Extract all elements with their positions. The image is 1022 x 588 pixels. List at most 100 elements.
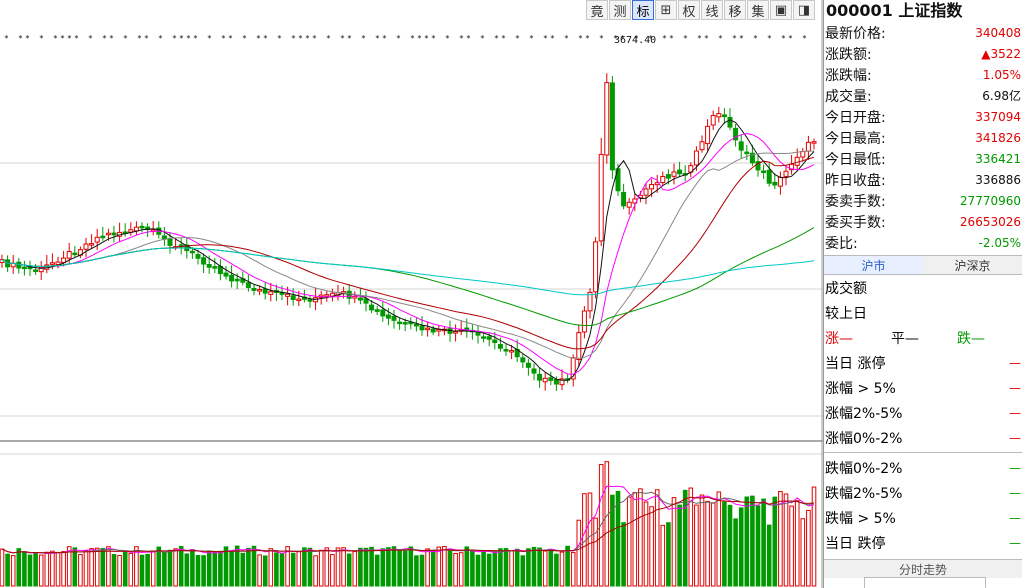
candle-body xyxy=(643,188,649,196)
event-marker: * xyxy=(228,34,233,43)
event-marker: * xyxy=(326,34,331,43)
quote-value: 340408 xyxy=(975,25,1021,40)
toolbar-button-1[interactable]: 测 xyxy=(609,0,631,20)
event-marker: * xyxy=(123,34,128,43)
event-marker: * xyxy=(480,34,485,43)
volume-bar xyxy=(800,518,806,587)
volume-bar xyxy=(738,507,744,587)
candle-body xyxy=(245,282,251,289)
candle-body xyxy=(537,373,543,381)
toolbar-button-4[interactable]: 权 xyxy=(678,0,700,20)
candle-body xyxy=(425,327,431,331)
event-marker: * xyxy=(277,34,282,43)
candle-body xyxy=(139,225,145,229)
tab-market-0[interactable]: 沪市 xyxy=(824,256,923,274)
volume-bar xyxy=(397,549,402,587)
candle-body xyxy=(738,141,744,151)
quote-list: 最新价格: 340408 涨跌额: ▲3522 涨跌幅: 1.05% 成交量: 6.98亿 今日… xyxy=(824,22,1022,253)
tab-intraday-trend[interactable]: 分时走势 xyxy=(824,559,1022,578)
volume-bar xyxy=(55,551,61,587)
volume-bar xyxy=(268,548,274,587)
toolbar-button-0[interactable]: 竟 xyxy=(586,0,608,20)
candle-body xyxy=(609,82,615,171)
volume-bar xyxy=(559,551,565,587)
event-marker: * xyxy=(669,34,674,43)
volume-bar xyxy=(122,550,128,587)
volume-bar xyxy=(324,547,330,587)
event-marker: * xyxy=(585,34,590,43)
quote-row: 今日最低: 336421 xyxy=(824,148,1022,169)
event-marker: * xyxy=(158,34,163,43)
event-marker: * xyxy=(739,34,744,43)
chart-toolbar: 竟测标 ⊞ 权线移集 ▣ ◨ xyxy=(586,0,816,22)
quote-row: 今日开盘: 337094 xyxy=(824,106,1022,127)
volume-bar xyxy=(694,504,699,587)
volume-bar xyxy=(50,550,55,587)
toolbar-button-9[interactable]: ◨ xyxy=(793,0,815,20)
event-marker: * xyxy=(179,34,184,43)
event-marker: * xyxy=(25,34,30,43)
toolbar-button-8[interactable]: ▣ xyxy=(770,0,792,20)
quote-row: 涨跌幅: 1.05% xyxy=(824,64,1022,85)
volume-bar xyxy=(190,549,195,587)
volume-bar xyxy=(727,504,733,587)
candle-body xyxy=(111,232,117,236)
toolbar-button-7[interactable]: 集 xyxy=(747,0,769,20)
candle-body xyxy=(660,175,666,184)
event-marker: * xyxy=(718,34,723,43)
volume-bar xyxy=(677,504,682,587)
toolbar-button-2[interactable]: 标 xyxy=(632,0,654,20)
event-marker: * xyxy=(4,34,9,43)
flat-label: 平— xyxy=(891,330,919,347)
volume-bar xyxy=(218,550,223,587)
candle-body xyxy=(705,125,711,145)
kline-chart[interactable]: * * * * * * * * * * * * * * * * * * * * * * * * * * * * * * * * * * * * * * * *… xyxy=(0,0,823,588)
volume-bar xyxy=(486,553,492,587)
volume-bar xyxy=(649,506,654,587)
volume-bar xyxy=(346,553,352,587)
candle-body xyxy=(262,288,268,294)
event-marker: * xyxy=(361,34,366,43)
candle-body xyxy=(83,243,89,250)
candle-body xyxy=(201,257,207,265)
event-marker: * xyxy=(186,34,191,43)
candle-body xyxy=(212,266,218,269)
index-title: 000001 上证指数 xyxy=(826,1,963,20)
toolbar-button-3[interactable]: ⊞ xyxy=(655,0,677,20)
volume-bar xyxy=(548,549,554,587)
event-marker: * xyxy=(67,34,72,43)
tab-market-1[interactable]: 沪深京 xyxy=(923,256,1022,274)
volume-bar xyxy=(156,546,162,587)
compare-row: 较上日 xyxy=(824,300,1022,325)
volume-bar xyxy=(621,522,626,587)
volume-bar xyxy=(733,518,738,587)
volume-bar xyxy=(78,554,83,587)
event-marker: * xyxy=(494,34,499,43)
candle-body xyxy=(716,113,722,118)
candle-body xyxy=(800,151,806,158)
toolbar-button-6[interactable]: 移 xyxy=(724,0,746,20)
kline-chart-area[interactable]: * * * * * * * * * * * * * * * * * * * * * * * * * * * * * * * * * * * * * * * *… xyxy=(0,0,823,588)
volume-bar xyxy=(111,554,117,587)
event-marker: * xyxy=(578,34,583,43)
candle-body xyxy=(391,315,397,321)
compare-label: 较上日 xyxy=(825,305,867,322)
event-marker: * xyxy=(18,34,23,43)
candle-body xyxy=(486,336,492,340)
candle-body xyxy=(520,357,526,363)
volume-bar xyxy=(458,552,464,587)
candle-body xyxy=(223,272,229,277)
volume-bar xyxy=(626,496,632,587)
volume-bar xyxy=(789,505,794,587)
candle-body xyxy=(677,169,683,175)
volume-bar xyxy=(128,552,134,587)
event-marker: * xyxy=(312,34,317,43)
volume-bar xyxy=(761,498,766,587)
toolbar-button-5[interactable]: 线 xyxy=(701,0,723,20)
quote-label: 委买手数: xyxy=(825,214,886,231)
breadth-label: 涨幅 > 5% xyxy=(825,380,896,397)
volume-bar xyxy=(442,546,447,587)
volume-bar xyxy=(430,550,436,587)
volume-bar xyxy=(593,517,598,587)
event-marker: * xyxy=(599,34,604,43)
